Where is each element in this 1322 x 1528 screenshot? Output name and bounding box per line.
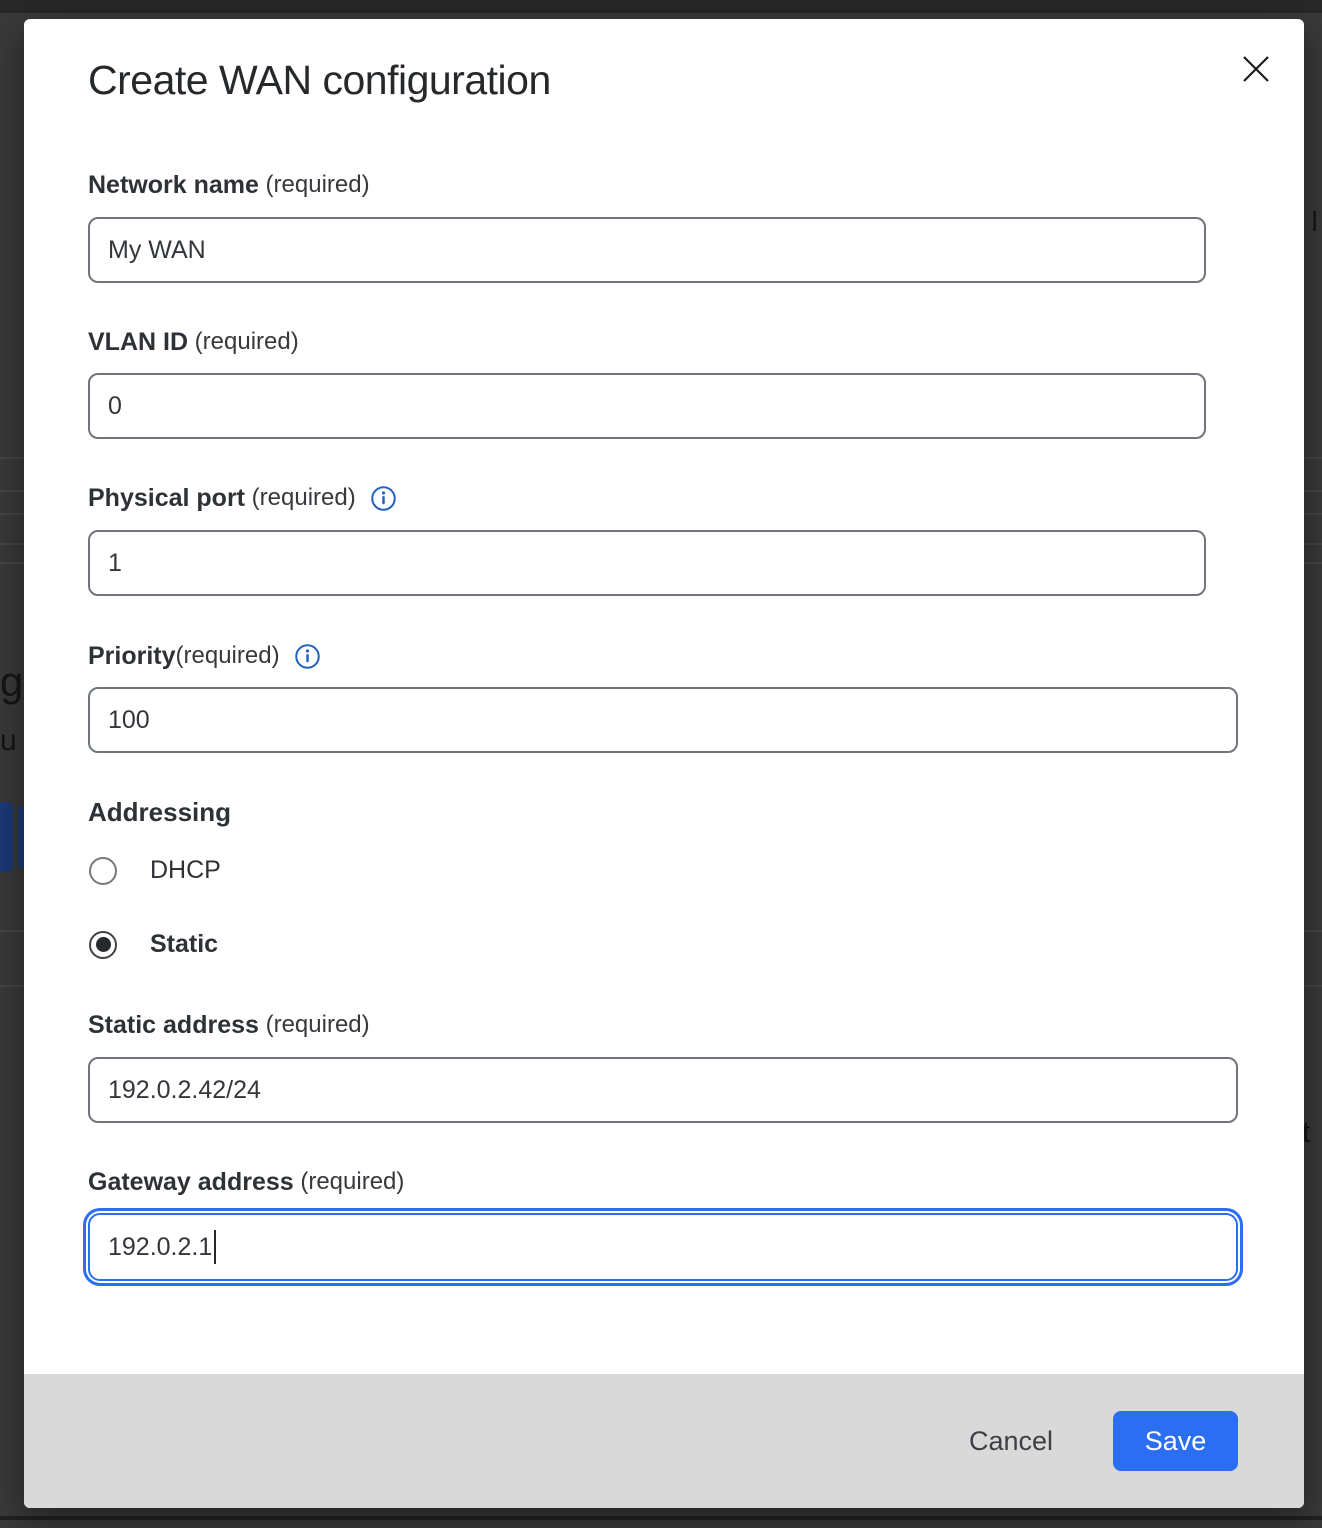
label-text: Physical port [88,484,245,513]
physical-port-input[interactable] [88,530,1206,596]
save-button[interactable]: Save [1113,1411,1238,1471]
dialog-title: Create WAN configuration [88,57,551,104]
label-text: Priority [88,642,176,671]
info-icon[interactable] [370,485,397,512]
label-text: Network name [88,171,259,200]
vlan-id-input[interactable] [88,373,1206,439]
label-text: Gateway address [88,1168,294,1197]
gateway-address-label: Gateway address (required) [88,1165,404,1199]
required-hint: (required) [259,1011,370,1039]
background-text-fragment: g [0,658,24,706]
static-address-label: Static address (required) [88,1008,370,1042]
network-name-label: Network name (required) [88,168,370,202]
radio-label: DHCP [150,856,221,885]
required-hint: (required) [188,328,299,356]
cancel-button[interactable]: Cancel [959,1420,1063,1463]
info-icon[interactable] [294,643,321,670]
radio-selected-icon [89,931,117,959]
required-hint: (required) [176,642,280,670]
label-text: Static address [88,1011,259,1040]
create-wan-dialog: Create WAN configuration Network name (r… [24,19,1304,1508]
addressing-heading: Addressing [88,797,231,828]
physical-port-label: Physical port (required) [88,481,397,515]
background-text-fragment: u [0,724,22,758]
priority-label: Priority(required) [88,639,321,673]
required-hint: (required) [259,171,370,199]
background-text-fragment: t [1302,1116,1322,1150]
background-top-strip [0,0,1322,13]
radio-option-dhcp[interactable]: DHCP [89,856,221,885]
required-hint: (required) [294,1168,405,1196]
background-bottom-line [0,1516,1322,1520]
background-button-fragment [0,802,13,872]
priority-input[interactable] [88,687,1238,753]
label-text: VLAN ID [88,328,188,357]
static-address-input[interactable] [88,1057,1238,1123]
text-cursor [214,1230,216,1264]
close-icon [1239,52,1273,86]
close-button[interactable] [1237,50,1275,88]
input-value: 192.0.2.1 [108,1233,212,1262]
gateway-address-input[interactable]: 192.0.2.1 [88,1213,1238,1281]
network-name-input[interactable] [88,217,1206,283]
radio-unselected-icon [89,857,117,885]
radio-label: Static [150,930,218,959]
radio-option-static[interactable]: Static [89,930,218,959]
vlan-id-label: VLAN ID (required) [88,325,299,359]
required-hint: (required) [245,484,356,512]
dialog-footer: Cancel Save [24,1374,1304,1508]
